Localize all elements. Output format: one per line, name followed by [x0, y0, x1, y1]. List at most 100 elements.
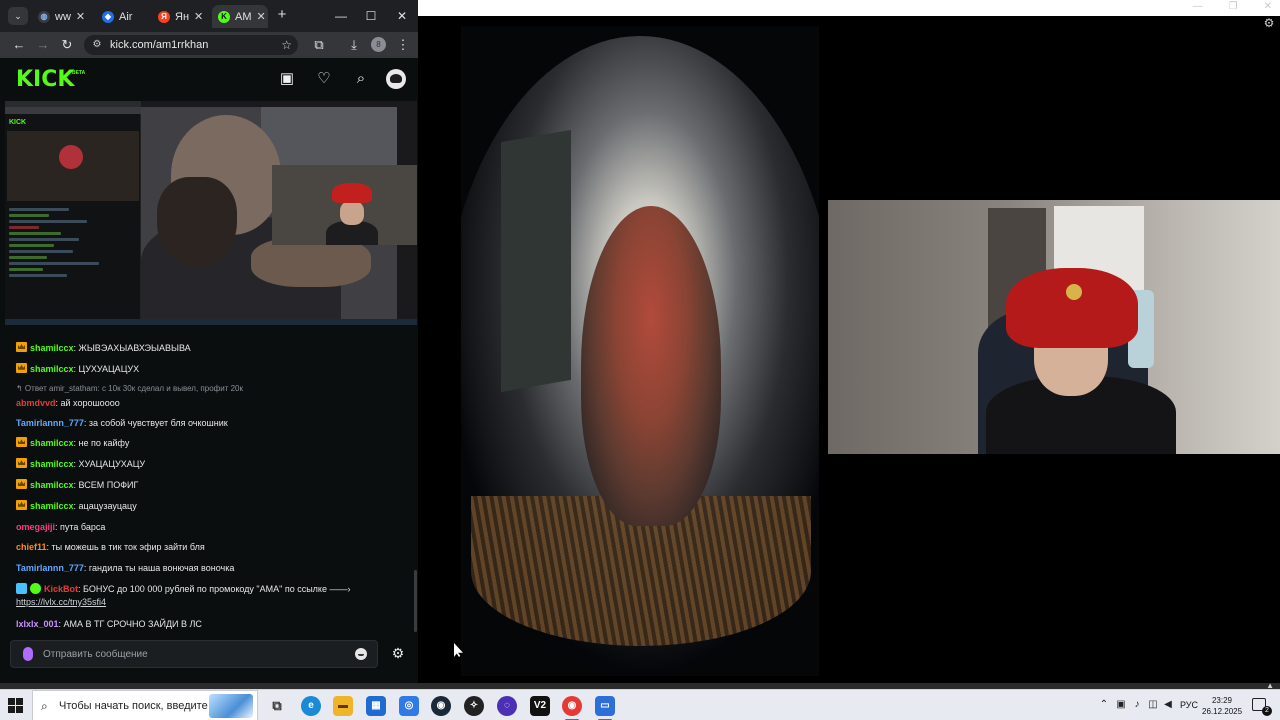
chat-username[interactable]: shamilccx: [30, 501, 74, 511]
edge-icon[interactable]: e: [301, 696, 321, 716]
chrome-icon[interactable]: ◉: [562, 696, 582, 720]
tab-close-icon[interactable]: ✕: [257, 10, 266, 23]
steam-icon[interactable]: ◉: [431, 696, 451, 716]
network-icon[interactable]: ◫: [1147, 699, 1159, 711]
chat-username[interactable]: KickBot: [44, 584, 78, 594]
captured-url: [5, 107, 141, 114]
chat-message-bot[interactable]: KickBot: БОНУС до 100 000 рублей по пром…: [16, 582, 396, 609]
profile-avatar[interactable]: 8: [371, 37, 386, 52]
close-window-button[interactable]: ✕: [392, 7, 412, 25]
maximize-icon[interactable]: ❐: [1229, 0, 1238, 14]
chat-scrollbar[interactable]: [414, 570, 417, 632]
minimize-icon[interactable]: —: [1193, 0, 1203, 14]
chat-message-input[interactable]: [43, 645, 343, 663]
address-bar[interactable]: ⚙ kick.com/am1rrkhan ☆: [84, 35, 298, 55]
chat-username[interactable]: lxlxlx_001: [16, 619, 59, 629]
captured-face: [340, 201, 364, 225]
chat-message[interactable]: shamilccx: ХУАЦАЦУХАЦУ: [16, 458, 396, 470]
tab-4-active[interactable]: K AM ✕: [212, 5, 268, 28]
chat-username[interactable]: shamilccx: [30, 343, 74, 353]
chat-message[interactable]: chief11: ты можешь в тик ток эфир зайти …: [16, 541, 396, 553]
download-icon[interactable]: ⤓: [345, 36, 363, 54]
kick-logo[interactable]: KICK: [16, 68, 74, 92]
reload-icon[interactable]: ↻: [58, 36, 76, 54]
kick-icon: K: [218, 10, 230, 23]
chat-username[interactable]: Tamirlannn_777: [16, 563, 84, 573]
new-tab-button[interactable]: +: [274, 7, 290, 23]
maximize-button[interactable]: ☐: [361, 7, 381, 25]
heart-icon[interactable]: ♡: [315, 70, 333, 88]
site-info-icon[interactable]: ⚙: [90, 38, 104, 52]
chat-username[interactable]: omegajiji: [16, 522, 55, 532]
clock[interactable]: 23:29 26.12.2025: [1202, 695, 1242, 717]
chat-username[interactable]: shamilccx: [30, 438, 74, 448]
chat-message-reply[interactable]: ↰ Ответ amir_statham: с 10к 30к сделал и…: [16, 384, 396, 409]
emoji-icon[interactable]: [355, 648, 367, 660]
search-icon[interactable]: ⌕: [352, 70, 370, 88]
chat-username[interactable]: chief11: [16, 542, 47, 552]
tab-3[interactable]: Я Ян ✕: [152, 5, 208, 28]
extensions-icon[interactable]: ⧉: [310, 36, 328, 54]
promo-link[interactable]: https://lvlx.cc/tny35sfi4: [16, 597, 106, 607]
taskbar-search-placeholder[interactable]: Чтобы начать поиск, введите: [59, 691, 208, 720]
chat-message[interactable]: shamilccx: ацацузауцацу: [16, 499, 396, 512]
chat-message-list: shamilccx: ЖЫВЭАХЫАВХЭЫАВЫВА shamilccx: …: [16, 342, 396, 632]
url-text[interactable]: kick.com/am1rrkhan: [110, 35, 208, 55]
volume-icon[interactable]: ◀: [1162, 699, 1174, 711]
kebab-menu-icon[interactable]: ⋮: [394, 36, 412, 54]
gear-icon[interactable]: ⚙: [1262, 16, 1276, 30]
taskbar-search[interactable]: ⌕ Чтобы начать поиск, введите: [32, 690, 258, 720]
user-avatar[interactable]: [386, 69, 406, 89]
captured-line: [9, 232, 61, 235]
chat-message[interactable]: lxlxlx_001: АМА В ТГ СРОЧНО ЗАЙДИ В ЛС: [16, 618, 396, 630]
reply-preview[interactable]: ↰ Ответ amir_statham: с 10к 30к сделал и…: [16, 384, 396, 394]
chat-username[interactable]: shamilccx: [30, 364, 74, 374]
stream-video-player[interactable]: KICK: [5, 101, 417, 325]
microphone-icon[interactable]: ♪: [1131, 699, 1143, 711]
bookmark-star-icon[interactable]: ☆: [281, 37, 292, 53]
ushanka-hat-image: [1006, 268, 1138, 348]
chat-message[interactable]: Tamirlannn_777: гандила ты наша вонючая …: [16, 562, 396, 574]
chevron-up-icon[interactable]: ⌃: [1098, 699, 1110, 711]
chat-input-box[interactable]: [10, 640, 378, 668]
chat-username[interactable]: abmdvvd: [16, 398, 56, 408]
back-arrow-icon[interactable]: ←: [10, 36, 28, 54]
task-view-icon[interactable]: ⧉: [267, 696, 287, 716]
windows-start-icon[interactable]: [8, 698, 23, 713]
v2-icon[interactable]: V2: [530, 696, 550, 716]
chat-message[interactable]: shamilccx: ВСЕМ ПОФИГ: [16, 478, 396, 491]
chat-message[interactable]: shamilccx: ЖЫВЭАХЫАВХЭЫАВЫВА: [16, 342, 396, 354]
app-icon-3[interactable]: ◌: [497, 696, 517, 716]
chat-message[interactable]: shamilccx: не по кайфу: [16, 437, 396, 449]
app-icon[interactable]: ◎: [399, 696, 419, 716]
chat-username[interactable]: Tamirlannn_777: [16, 418, 84, 428]
mic-icon[interactable]: [23, 647, 33, 661]
language-indicator[interactable]: РУС: [1180, 699, 1198, 711]
search-icon: ⌕: [41, 699, 48, 713]
tab-close-icon[interactable]: ✕: [76, 10, 85, 23]
tab-2[interactable]: ◆ Air: [96, 5, 150, 28]
chat-username[interactable]: shamilccx: [30, 480, 74, 490]
minimize-button[interactable]: —: [331, 7, 351, 25]
tab-search-button[interactable]: ⌄: [8, 7, 28, 25]
file-explorer-icon[interactable]: ▬: [333, 696, 353, 716]
store-icon[interactable]: ▦: [366, 696, 386, 716]
remote-desktop-icon[interactable]: ▭: [595, 696, 615, 720]
tab-close-icon[interactable]: ✕: [194, 10, 203, 23]
forward-arrow-icon[interactable]: →: [34, 36, 52, 54]
close-icon[interactable]: ✕: [1264, 0, 1272, 14]
chat-message[interactable]: abmdvvd: ай хорошоооо: [16, 397, 396, 409]
chat-message[interactable]: omegajiji: пута барса: [16, 521, 396, 533]
captured-video: [7, 131, 139, 201]
following-icon[interactable]: ▣: [278, 70, 296, 88]
chat-message[interactable]: Tamirlannn_777: за собой чувствует бля о…: [16, 417, 396, 429]
chat-settings-gear-icon[interactable]: ⚙: [390, 645, 406, 661]
captured-beard: [157, 177, 237, 267]
chat-username[interactable]: shamilccx: [30, 459, 74, 469]
chat-message[interactable]: shamilccx: ЦУХУАЦАЦУХ: [16, 362, 396, 375]
tab-1[interactable]: ◍ ww ✕: [32, 5, 88, 28]
tray-app-icon[interactable]: ▣: [1115, 699, 1127, 711]
app-icon-2[interactable]: ✧: [464, 696, 484, 716]
chat-text: : ХУАЦАЦУХАЦУ: [73, 459, 146, 470]
captured-line: [9, 208, 69, 211]
